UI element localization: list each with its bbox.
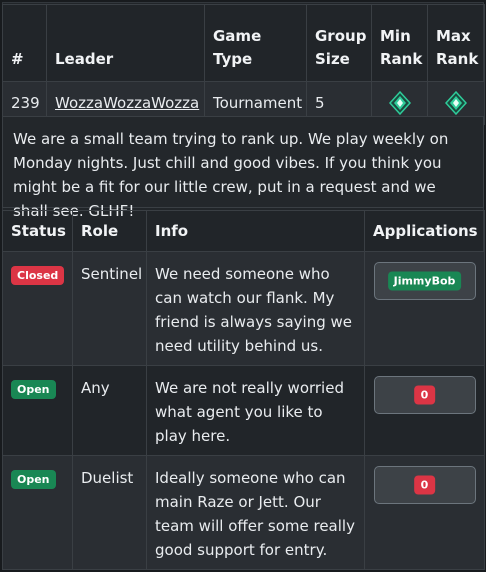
roles-table: Status Role Info Applications Closed Sen…	[2, 210, 485, 570]
min-rank-emblem-icon	[388, 91, 411, 115]
role-cell: Duelist	[72, 455, 147, 570]
group-header-row: # Leader Game Type Group Size Min Rank M…	[2, 4, 485, 82]
application-button[interactable]: JimmyBob	[373, 262, 476, 300]
application-button[interactable]: 0	[373, 466, 476, 504]
col-info-header: Info	[146, 210, 365, 252]
status-cell: Closed	[2, 251, 73, 366]
application-count-badge: 0	[413, 475, 436, 495]
application-button[interactable]: 0	[373, 376, 476, 414]
applications-cell: JimmyBob	[364, 251, 485, 366]
applications-cell: 0	[364, 365, 485, 456]
col-role-header: Role	[72, 210, 147, 252]
col-game-type-header: Game Type	[204, 4, 307, 82]
col-applications-header: Applications	[364, 210, 485, 252]
group-table: # Leader Game Type Group Size Min Rank M…	[2, 4, 485, 125]
col-min-rank-header: Min Rank	[371, 4, 428, 82]
table-row: Closed Sentinel We need someone who can …	[2, 251, 485, 366]
applicant-badge: JimmyBob	[387, 271, 462, 291]
col-status-header: Status	[2, 210, 73, 252]
col-max-rank-header: Max Rank	[427, 4, 485, 82]
role-cell: Any	[72, 365, 147, 456]
leader-link[interactable]: WozzaWozzaWozza	[55, 94, 199, 112]
table-row: Open Any We are not really worried what …	[2, 365, 485, 456]
roles-header-row: Status Role Info Applications	[2, 210, 485, 252]
status-cell: Open	[2, 455, 73, 570]
max-rank-emblem-icon	[445, 91, 467, 115]
info-cell: We need someone who can watch our flank.…	[146, 251, 365, 366]
info-cell: We are not really worried what agent you…	[146, 365, 365, 456]
col-number-header: #	[2, 4, 47, 82]
col-group-size-header: Group Size	[306, 4, 372, 82]
status-badge: Closed	[11, 266, 65, 285]
info-cell: Ideally someone who can main Raze or Jet…	[146, 455, 365, 570]
application-count-badge: 0	[413, 385, 436, 405]
status-badge: Open	[11, 470, 56, 489]
col-leader-header: Leader	[46, 4, 205, 82]
group-description: We are a small team trying to rank up. W…	[2, 116, 484, 220]
role-cell: Sentinel	[72, 251, 147, 366]
table-row: Open Duelist Ideally someone who can mai…	[2, 455, 485, 570]
status-badge: Open	[11, 380, 56, 399]
applications-cell: 0	[364, 455, 485, 570]
status-cell: Open	[2, 365, 73, 456]
